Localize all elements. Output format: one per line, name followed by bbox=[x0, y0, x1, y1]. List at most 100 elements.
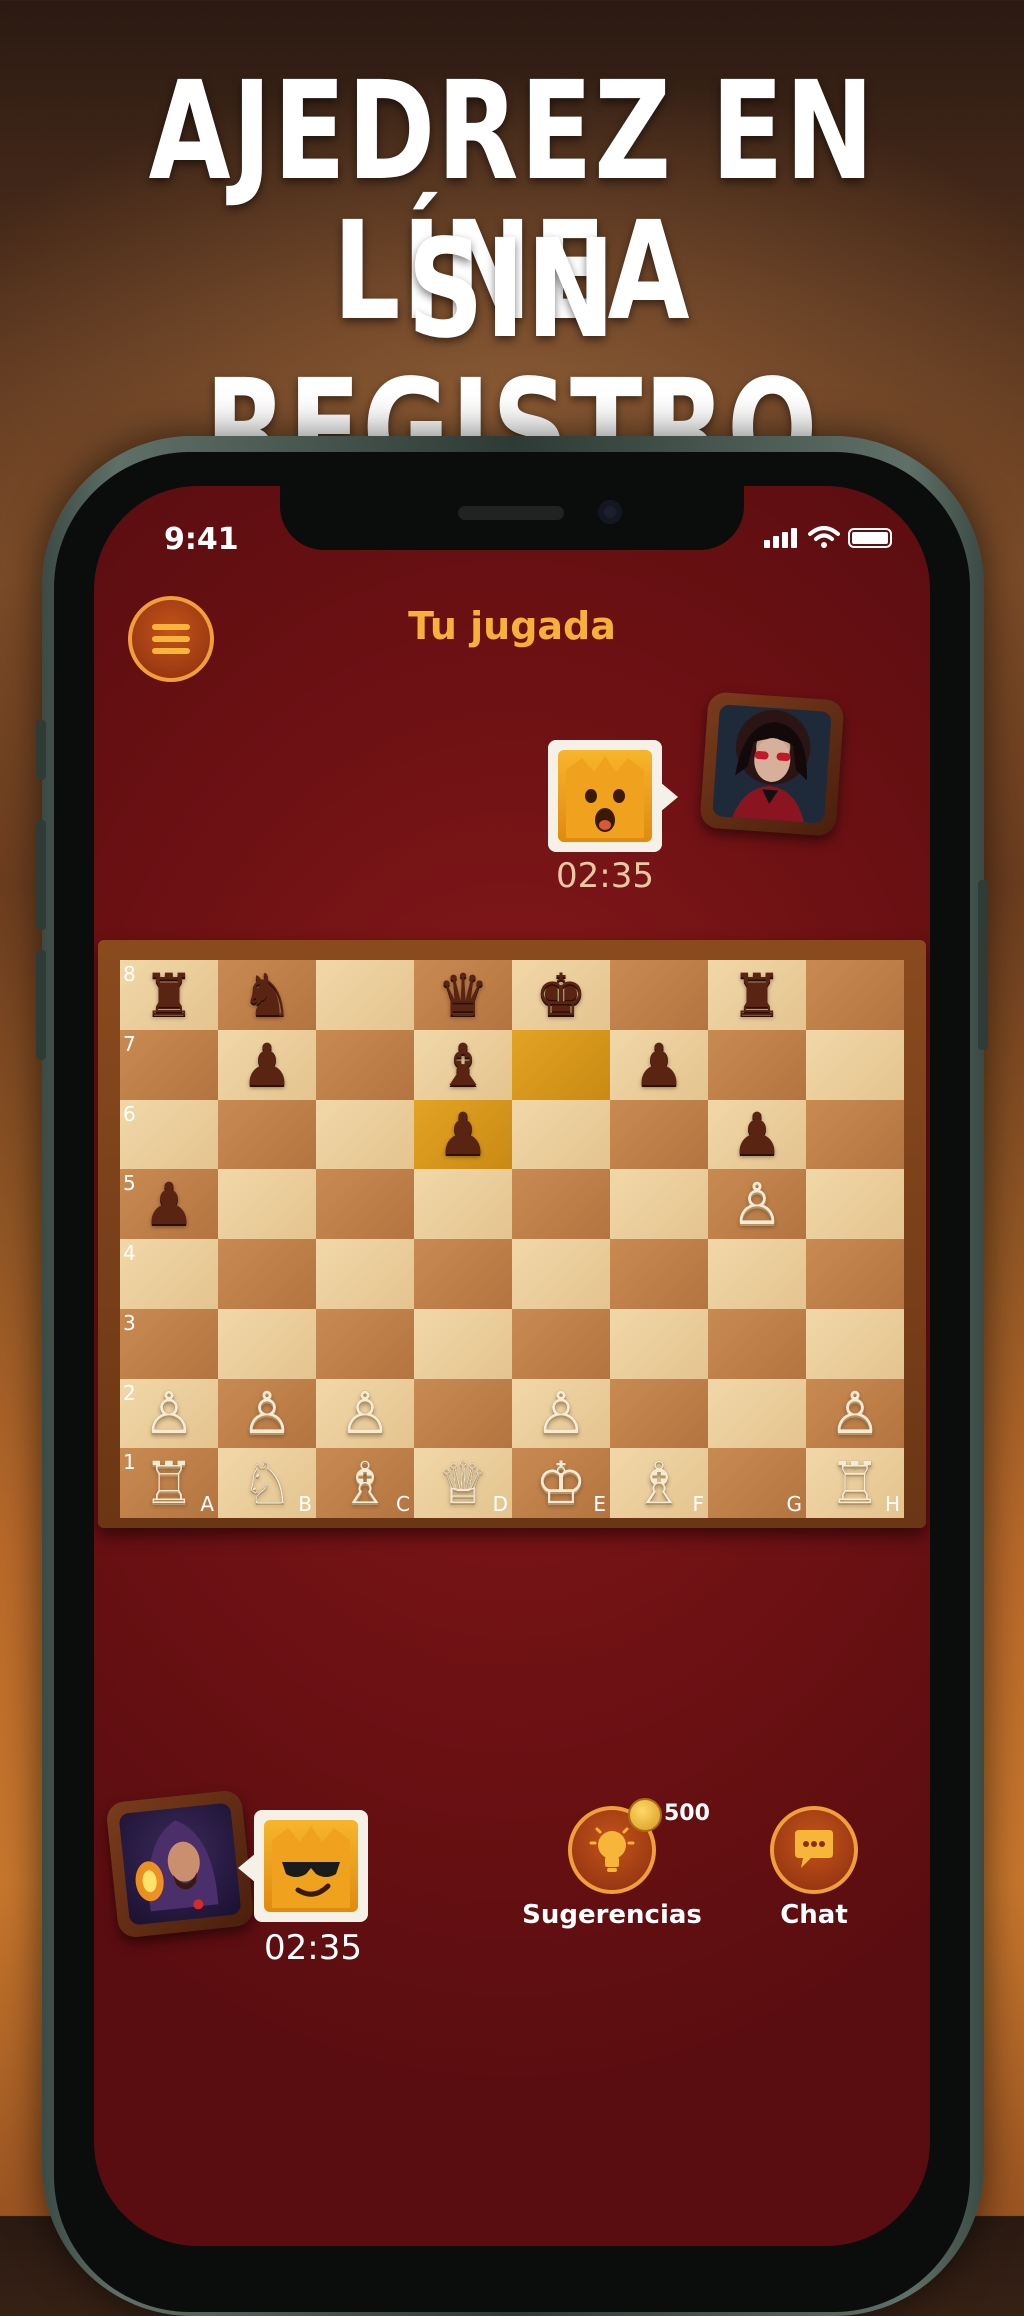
board-square-b4[interactable] bbox=[218, 1239, 316, 1309]
board-square-h2[interactable]: ♙ bbox=[806, 1378, 904, 1449]
board-square-c1[interactable]: C ♗ bbox=[316, 1448, 414, 1518]
board-square-g8[interactable]: ♜ bbox=[708, 960, 806, 1030]
black-piece-a8[interactable]: ♜ bbox=[143, 966, 195, 1024]
white-piece-a2[interactable]: ♙ bbox=[143, 1384, 195, 1442]
board-square-b8[interactable]: ♞ bbox=[218, 960, 316, 1030]
chess-board[interactable]: 8 ♜ ♞ ♛ ♚ ♜ 7 ♟ ♝ ♟ 6 ♟ ♟ 5 ♟ ♙ 4 3 2 ♙ ♙ ♙ ♙ ♙ 1 A ♖ B ♘ C ♗ D ♕ E ♔ F ♗ G H ♖ bbox=[120, 960, 904, 1518]
board-square-a8[interactable]: 8 ♜ bbox=[120, 960, 218, 1030]
board-square-g1[interactable]: G bbox=[708, 1448, 806, 1518]
board-square-d3[interactable] bbox=[414, 1308, 512, 1379]
chat-button[interactable] bbox=[770, 1806, 858, 1894]
board-square-d4[interactable] bbox=[414, 1239, 512, 1309]
black-piece-f7[interactable]: ♟ bbox=[633, 1036, 685, 1094]
player-emoji-bubble[interactable] bbox=[254, 1810, 368, 1922]
board-square-f1[interactable]: F ♗ bbox=[610, 1448, 708, 1518]
board-square-b5[interactable] bbox=[218, 1169, 316, 1239]
black-piece-g6[interactable]: ♟ bbox=[731, 1105, 783, 1163]
board-square-f5[interactable] bbox=[610, 1169, 708, 1239]
white-piece-b2[interactable]: ♙ bbox=[241, 1384, 293, 1442]
board-square-h3[interactable] bbox=[806, 1308, 904, 1379]
board-square-b2[interactable]: ♙ bbox=[218, 1378, 316, 1449]
board-square-g7[interactable] bbox=[708, 1029, 806, 1100]
black-piece-g8[interactable]: ♜ bbox=[731, 966, 783, 1024]
board-square-a1[interactable]: 1 A ♖ bbox=[120, 1448, 218, 1518]
black-piece-b8[interactable]: ♞ bbox=[241, 966, 293, 1024]
opponent-emoji-bubble[interactable] bbox=[548, 740, 662, 852]
board-square-f2[interactable] bbox=[610, 1378, 708, 1449]
speaker bbox=[458, 506, 564, 520]
board-square-a7[interactable]: 7 bbox=[120, 1029, 218, 1100]
black-piece-e8[interactable]: ♚ bbox=[535, 966, 587, 1024]
white-piece-c2[interactable]: ♙ bbox=[339, 1384, 391, 1442]
black-piece-d6[interactable]: ♟ bbox=[437, 1105, 489, 1163]
board-square-d2[interactable] bbox=[414, 1378, 512, 1449]
board-square-a4[interactable]: 4 bbox=[120, 1239, 218, 1309]
board-square-e1[interactable]: E ♔ bbox=[512, 1448, 610, 1518]
board-square-f6[interactable] bbox=[610, 1099, 708, 1170]
white-piece-a1[interactable]: ♖ bbox=[143, 1454, 195, 1512]
board-square-c6[interactable] bbox=[316, 1099, 414, 1170]
file-label: A bbox=[200, 1492, 214, 1516]
board-square-c8[interactable] bbox=[316, 960, 414, 1030]
board-square-h4[interactable] bbox=[806, 1239, 904, 1309]
black-piece-b7[interactable]: ♟ bbox=[241, 1036, 293, 1094]
board-square-f7[interactable]: ♟ bbox=[610, 1029, 708, 1100]
black-piece-d7[interactable]: ♝ bbox=[437, 1036, 489, 1094]
board-square-h7[interactable] bbox=[806, 1029, 904, 1100]
board-square-h8[interactable] bbox=[806, 960, 904, 1030]
board-square-h6[interactable] bbox=[806, 1099, 904, 1170]
board-square-d6[interactable]: ♟ bbox=[414, 1099, 512, 1170]
board-square-f3[interactable] bbox=[610, 1308, 708, 1379]
board-square-a2[interactable]: 2 ♙ bbox=[120, 1378, 218, 1449]
board-square-c2[interactable]: ♙ bbox=[316, 1378, 414, 1449]
board-square-d8[interactable]: ♛ bbox=[414, 960, 512, 1030]
rank-label: 3 bbox=[123, 1310, 136, 1335]
board-square-g3[interactable] bbox=[708, 1308, 806, 1379]
board-square-e7[interactable] bbox=[512, 1029, 610, 1100]
opponent-avatar[interactable] bbox=[699, 691, 845, 837]
bubble-pointer-icon bbox=[660, 782, 678, 812]
white-piece-b1[interactable]: ♘ bbox=[241, 1454, 293, 1512]
board-square-e6[interactable] bbox=[512, 1099, 610, 1170]
board-square-b3[interactable] bbox=[218, 1308, 316, 1379]
board-square-e8[interactable]: ♚ bbox=[512, 960, 610, 1030]
white-piece-h1[interactable]: ♖ bbox=[829, 1454, 881, 1512]
board-square-b7[interactable]: ♟ bbox=[218, 1029, 316, 1100]
board-square-a5[interactable]: 5 ♟ bbox=[120, 1169, 218, 1239]
white-piece-e1[interactable]: ♔ bbox=[535, 1454, 587, 1512]
rank-label: 6 bbox=[123, 1101, 136, 1126]
board-square-c7[interactable] bbox=[316, 1029, 414, 1100]
player-avatar[interactable] bbox=[105, 1789, 255, 1939]
board-square-c4[interactable] bbox=[316, 1239, 414, 1309]
board-square-f8[interactable] bbox=[610, 960, 708, 1030]
board-square-a6[interactable]: 6 bbox=[120, 1099, 218, 1170]
board-square-h5[interactable] bbox=[806, 1169, 904, 1239]
white-piece-d1[interactable]: ♕ bbox=[437, 1454, 489, 1512]
white-piece-c1[interactable]: ♗ bbox=[339, 1454, 391, 1512]
board-square-d7[interactable]: ♝ bbox=[414, 1029, 512, 1100]
white-piece-e2[interactable]: ♙ bbox=[535, 1384, 587, 1442]
board-square-f4[interactable] bbox=[610, 1239, 708, 1309]
board-square-e4[interactable] bbox=[512, 1239, 610, 1309]
board-square-c3[interactable] bbox=[316, 1308, 414, 1379]
board-square-g4[interactable] bbox=[708, 1239, 806, 1309]
board-square-g2[interactable] bbox=[708, 1378, 806, 1449]
black-piece-a5[interactable]: ♟ bbox=[143, 1175, 195, 1233]
board-square-b1[interactable]: B ♘ bbox=[218, 1448, 316, 1518]
board-square-e3[interactable] bbox=[512, 1308, 610, 1379]
board-square-e5[interactable] bbox=[512, 1169, 610, 1239]
white-piece-f1[interactable]: ♗ bbox=[633, 1454, 685, 1512]
board-square-b6[interactable] bbox=[218, 1099, 316, 1170]
player-timer: 02:35 bbox=[264, 1928, 362, 1968]
board-square-e2[interactable]: ♙ bbox=[512, 1378, 610, 1449]
board-square-g5[interactable]: ♙ bbox=[708, 1169, 806, 1239]
white-piece-h2[interactable]: ♙ bbox=[829, 1384, 881, 1442]
black-piece-d8[interactable]: ♛ bbox=[437, 966, 489, 1024]
board-square-a3[interactable]: 3 bbox=[120, 1308, 218, 1379]
board-square-c5[interactable] bbox=[316, 1169, 414, 1239]
white-piece-g5[interactable]: ♙ bbox=[731, 1175, 783, 1233]
board-square-d5[interactable] bbox=[414, 1169, 512, 1239]
board-square-h1[interactable]: H ♖ bbox=[806, 1448, 904, 1518]
board-square-g6[interactable]: ♟ bbox=[708, 1099, 806, 1170]
board-square-d1[interactable]: D ♕ bbox=[414, 1448, 512, 1518]
